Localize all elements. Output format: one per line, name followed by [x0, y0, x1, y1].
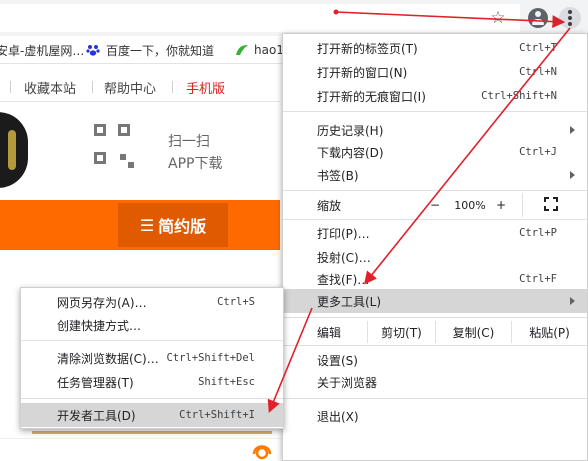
scan-label: 扫一扫 [168, 134, 210, 150]
menu-item-label: 开发者工具(D) [57, 408, 136, 423]
menu-item-label: 更多工具(L) [317, 294, 382, 309]
menu-item-print[interactable]: 打印(P)… Ctrl+P [283, 221, 587, 245]
menu-item-edit: 编辑 [283, 320, 363, 344]
paste-button[interactable]: 粘贴(P) [511, 321, 587, 343]
menu-item-label: 下载内容(D) [317, 145, 384, 160]
copy-button[interactable]: 复制(C) [435, 321, 511, 343]
menu-item-label: 创建快捷方式… [57, 318, 142, 333]
menu-separator [283, 317, 587, 318]
nav-mobile-link[interactable]: 手机版 [186, 78, 225, 97]
customer-service-icon[interactable] [250, 438, 274, 461]
chevron-right-icon [570, 126, 575, 134]
menu-item-incognito[interactable]: 打开新的无痕窗口(I) Ctrl+Shift+N [283, 84, 587, 108]
menu-item-settings[interactable]: 设置(S) [283, 348, 587, 372]
menu-item-label: 编辑 [317, 325, 342, 340]
menu-item-shortcut: Ctrl+P [519, 227, 557, 239]
qr-code-icon [94, 124, 134, 168]
menu-item-label: 设置(S) [317, 353, 358, 368]
menu-item-label: 清除浏览数据(C)… [57, 351, 159, 366]
profile-icon[interactable] [528, 8, 548, 28]
menu-separator [21, 398, 283, 399]
zoom-out-button[interactable]: − [424, 193, 446, 217]
menu-item-label: 任务管理器(T) [57, 375, 134, 390]
menu-item-dev-tools[interactable]: 开发者工具(D) Ctrl+Shift+I [21, 403, 283, 427]
menu-item-label: 缩放 [317, 198, 342, 213]
menu-item-label: 打印(P)… [317, 226, 370, 241]
menu-item-shortcut: Shift+Esc [198, 376, 255, 388]
menu-separator [283, 398, 587, 399]
cut-button[interactable]: 剪切(T) [367, 321, 435, 343]
list-icon: ☰ [139, 215, 155, 235]
menu-separator [283, 111, 587, 112]
simple-version-button[interactable]: ☰ 简约版 [118, 203, 228, 247]
menu-item-create-shortcut[interactable]: 创建快捷方式… [21, 313, 283, 337]
menu-item-cast[interactable]: 投射(C)… [283, 245, 587, 269]
menu-item-shortcut: Ctrl+S [217, 296, 255, 308]
menu-item-find[interactable]: 查找(F)… Ctrl+F [283, 267, 587, 291]
address-bar[interactable] [0, 4, 520, 32]
app-download-label: APP下载 [168, 156, 223, 172]
menu-item-label: 打开新的无痕窗口(I) [317, 89, 426, 104]
menu-item-exit[interactable]: 退出(X) [283, 404, 587, 428]
fullscreen-icon[interactable] [544, 197, 558, 211]
bookmark-label: 百度一下，你就知道 [106, 43, 215, 58]
chevron-right-icon [570, 297, 575, 305]
menu-separator [522, 193, 523, 217]
menu-item-about[interactable]: 关于浏览器 [283, 370, 587, 394]
menu-item-bookmarks[interactable]: 书签(B) [283, 163, 587, 187]
menu-separator [283, 219, 587, 220]
menu-item-new-window[interactable]: 打开新的窗口(N) Ctrl+N [283, 60, 587, 84]
menu-item-label: 查找(F)… [317, 272, 370, 287]
menu-item-history[interactable]: 历史记录(H) [283, 118, 587, 142]
menu-item-label: 关于浏览器 [317, 375, 378, 390]
bookmark-item[interactable]: 安卓-虚机屋网… [0, 42, 84, 58]
menu-separator [21, 340, 283, 341]
zoom-in-button[interactable]: + [490, 193, 512, 217]
menu-item-shortcut: Ctrl+N [519, 66, 557, 78]
menu-item-label: 打开新的标签页(T) [317, 41, 418, 56]
kebab-menu-icon[interactable] [559, 7, 581, 29]
menu-item-more-tools[interactable]: 更多工具(L) [283, 289, 587, 313]
menu-item-clear-data[interactable]: 清除浏览数据(C)… Ctrl+Shift+Del [21, 346, 283, 370]
nav-favorite-link[interactable]: 收藏本站 [24, 78, 76, 97]
product-image [0, 112, 28, 188]
menu-item-save-page[interactable]: 网页另存为(A)… Ctrl+S [21, 290, 283, 314]
menu-item-label: 历史记录(H) [317, 123, 384, 138]
nav-help-link[interactable]: 帮助中心 [104, 78, 156, 97]
menu-item-shortcut: Ctrl+Shift+Del [166, 352, 255, 364]
menu-item-label: 网页另存为(A)… [57, 295, 147, 310]
menu-item-label: 书签(B) [317, 168, 359, 183]
simple-version-label: 简约版 [158, 217, 207, 236]
bookmark-item[interactable]: 百度一下，你就知道 [86, 42, 214, 58]
browser-toolbar: ☆ [0, 0, 588, 36]
menu-item-shortcut: Ctrl+T [519, 42, 557, 54]
divider [32, 431, 272, 434]
menu-item-label: 退出(X) [317, 409, 359, 424]
zoom-level: 100% [454, 198, 486, 212]
chevron-right-icon [570, 171, 575, 179]
menu-item-label: 打开新的窗口(N) [317, 65, 408, 80]
menu-item-shortcut: Ctrl+Shift+I [179, 409, 255, 421]
menu-item-label: 投射(C)… [317, 250, 371, 265]
divider [0, 101, 280, 102]
hao-icon [234, 43, 248, 57]
page-top-nav: 收藏本站 帮助中心 手机版 [0, 72, 280, 100]
paw-icon [86, 43, 100, 57]
menu-item-shortcut: Ctrl+F [519, 273, 557, 285]
bookmark-label: 安卓-虚机屋网… [0, 43, 85, 58]
menu-item-downloads[interactable]: 下载内容(D) Ctrl+J [283, 140, 587, 164]
menu-item-shortcut: Ctrl+J [519, 146, 557, 158]
star-icon[interactable]: ☆ [487, 7, 509, 29]
menu-item-new-tab[interactable]: 打开新的标签页(T) Ctrl+T [283, 36, 587, 60]
menu-item-task-manager[interactable]: 任务管理器(T) Shift+Esc [21, 370, 283, 394]
menu-item-shortcut: Ctrl+Shift+N [481, 90, 557, 102]
menu-separator [283, 345, 587, 346]
menu-separator [283, 190, 587, 191]
